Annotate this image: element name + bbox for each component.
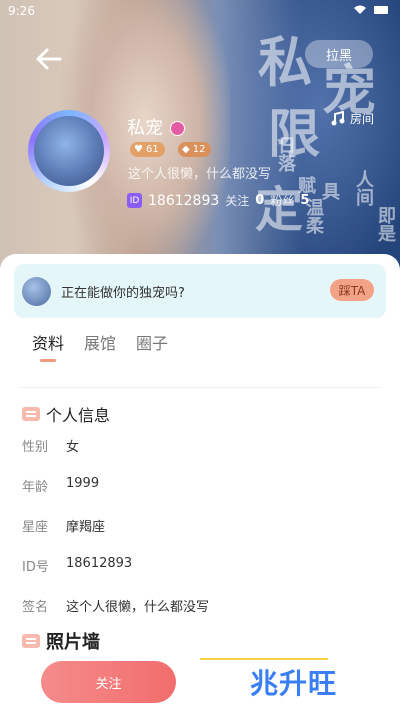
section-photo-wall: 照片墙	[22, 628, 100, 654]
info-value: 这个人很懒，什么都没写	[66, 600, 210, 615]
fans-label[interactable]: 粉丝	[270, 192, 294, 209]
follow-button[interactable]: 关注	[41, 661, 176, 703]
section-title: 照片墙	[46, 632, 100, 653]
tab-profile[interactable]: 资料	[32, 330, 64, 362]
id-icon: ID	[127, 193, 142, 208]
info-value: 1999	[66, 476, 100, 491]
status-time: 9:26	[8, 4, 35, 18]
female-gender-icon	[170, 121, 185, 136]
info-row: ID号 18612893	[22, 556, 382, 575]
room-button[interactable]: 房间	[330, 110, 374, 127]
info-label: 签名	[22, 600, 49, 615]
section-title: 个人信息	[46, 406, 111, 425]
heart-icon: ♥	[134, 144, 143, 155]
section-personal-info: 个人信息	[22, 402, 110, 426]
block-button[interactable]: 拉黑	[305, 40, 373, 68]
deco-char: 人间	[353, 170, 374, 206]
info-value: 摩羯座	[66, 520, 106, 535]
wifi-battery-icon	[354, 5, 388, 14]
deco-char: 日落	[275, 136, 296, 172]
info-row: 年龄 1999	[22, 476, 382, 495]
notice-text: 正在能做你的独宠吗?	[61, 286, 185, 301]
notice-avatar	[22, 277, 51, 306]
divider	[20, 387, 380, 388]
card-icon	[22, 634, 40, 648]
info-row: 性别 女	[22, 436, 382, 455]
follow-count[interactable]: 0	[255, 193, 264, 208]
profile-name: 私宠	[127, 118, 163, 139]
tab-circle[interactable]: 圈子	[136, 330, 168, 354]
info-label: 性别	[22, 440, 49, 455]
card-icon	[22, 407, 40, 421]
info-row: 签名 这个人很懒，什么都没写	[22, 596, 382, 615]
watermark-line	[200, 658, 328, 660]
level-badge: ♥ 61	[130, 142, 165, 157]
deco-char: 即是	[375, 206, 396, 242]
profile-bio: 这个人很懒，什么都没写	[128, 167, 272, 182]
notice-banner[interactable]: 正在能做你的独宠吗? 踩TA	[14, 264, 386, 318]
status-icons	[352, 4, 392, 19]
id-number: 18612893	[148, 192, 220, 209]
level-badge: ◆ 12	[178, 142, 212, 157]
info-value: 女	[66, 440, 80, 455]
info-value: 18612893	[66, 556, 133, 571]
info-label: ID号	[22, 560, 49, 575]
id-row: ID 18612893 关注 0 粉丝 5	[127, 192, 309, 209]
tab-gallery[interactable]: 展馆	[84, 330, 116, 354]
deco-char: 私	[258, 30, 312, 94]
avatar[interactable]	[28, 110, 110, 192]
info-label: 星座	[22, 520, 49, 535]
tab-bar: 资料 展馆 圈子	[32, 330, 168, 362]
music-note-icon	[331, 110, 345, 125]
room-label: 房间	[350, 112, 375, 126]
gem-icon: ◆	[182, 144, 190, 155]
fans-count[interactable]: 5	[300, 193, 309, 208]
profile-sheet: 正在能做你的独宠吗? 踩TA 资料 展馆 圈子 个人信息 性别 女 年龄 199…	[0, 254, 400, 712]
info-label: 年龄	[22, 480, 49, 495]
avatar-image	[34, 116, 104, 186]
back-arrow-icon[interactable]	[32, 42, 66, 76]
info-row: 星座 摩羯座	[22, 516, 382, 535]
profile-hero: 私 宠 限 定 日落 赋 具 温柔 人间 即是 9:26 拉黑 房间 私宠 ♥ 6…	[0, 0, 400, 270]
watermark-logo: 兆升旺	[250, 667, 338, 700]
follow-label[interactable]: 关注	[225, 192, 249, 209]
notice-action-button[interactable]: 踩TA	[330, 279, 374, 301]
